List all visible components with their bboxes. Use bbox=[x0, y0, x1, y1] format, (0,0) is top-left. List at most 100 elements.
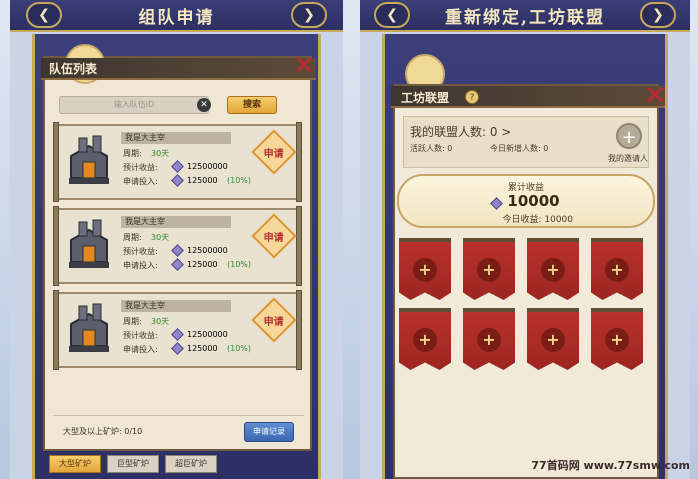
apply-label: 申请 bbox=[263, 316, 284, 328]
apply-button[interactable]: 申请 bbox=[251, 213, 297, 259]
member-slot[interactable]: + bbox=[399, 308, 451, 370]
add-icon: + bbox=[413, 258, 437, 282]
team-card: 我是大主宰 周期: 30天 预计收益: 12500000 申请投入: 12500… bbox=[53, 122, 302, 202]
close-icon[interactable]: ✕ bbox=[641, 82, 669, 110]
tab-giant-furnace[interactable]: 巨型矿炉 bbox=[107, 455, 159, 473]
title-strip: 工坊联盟 ? ✕ bbox=[391, 82, 666, 110]
earn-label: 预计收益: bbox=[123, 331, 158, 340]
invest-ratio: (10%) bbox=[227, 176, 252, 185]
crystal-icon bbox=[171, 174, 184, 187]
today-earn: 今日收益: 10000 bbox=[502, 215, 573, 225]
period-label: 周期: bbox=[123, 317, 142, 326]
crystal-icon bbox=[171, 328, 184, 341]
window-title: 工坊联盟 bbox=[401, 91, 450, 105]
forward-icon[interactable]: ❯ bbox=[291, 2, 327, 28]
team-apply-panel: ❮ 组队申请 ❯ 队伍列表 ✕ 输入队伍ID ✕ 搜索 我是大主宰 周期: 30… bbox=[10, 0, 343, 479]
earn-label: 预计收益: bbox=[123, 247, 158, 256]
crystal-icon bbox=[171, 342, 184, 355]
help-icon[interactable]: ? bbox=[465, 90, 479, 104]
team-card: 我是大主宰 周期: 30天 预计收益: 12500000 申请投入: 12500… bbox=[53, 206, 302, 286]
total-earn-value: 10000 bbox=[399, 192, 653, 210]
frame: 工坊联盟 ? ✕ 我的联盟人数: 0 > 活跃人数: 0 今日新增人数: 0 +… bbox=[382, 34, 668, 479]
search-input[interactable]: 输入队伍ID bbox=[59, 96, 209, 114]
crystal-icon bbox=[171, 258, 184, 271]
add-icon: + bbox=[477, 328, 501, 352]
team-name: 我是大主宰 bbox=[121, 132, 231, 144]
scroll-rod bbox=[296, 122, 302, 202]
search-row: 输入队伍ID ✕ 搜索 bbox=[59, 96, 296, 116]
member-slot[interactable]: + bbox=[463, 308, 515, 370]
member-slot[interactable]: + bbox=[463, 238, 515, 300]
scroll-rod bbox=[296, 290, 302, 370]
title-strip: 队伍列表 ✕ bbox=[41, 52, 316, 80]
add-icon: + bbox=[541, 328, 565, 352]
scroll-rod bbox=[53, 122, 59, 202]
earn-value: 12500000 bbox=[187, 162, 228, 171]
member-slot[interactable]: + bbox=[527, 238, 579, 300]
apply-button[interactable]: 申请 bbox=[251, 129, 297, 175]
scroll-rod bbox=[53, 290, 59, 370]
earn-value: 12500000 bbox=[187, 246, 228, 255]
invest-ratio: (10%) bbox=[227, 344, 252, 353]
invest-value: 125000 bbox=[187, 176, 218, 185]
invite-button[interactable]: + bbox=[616, 123, 642, 149]
add-icon: + bbox=[541, 258, 565, 282]
period-label: 周期: bbox=[123, 149, 142, 158]
team-name: 我是大主宰 bbox=[121, 216, 231, 228]
castle-icon bbox=[69, 135, 109, 184]
period-value: 30天 bbox=[151, 317, 170, 326]
watermark: 77首码网 www.77smw.com bbox=[531, 459, 690, 472]
period-value: 30天 bbox=[151, 233, 170, 242]
earnings-box: 累计收益 10000 今日收益: 10000 bbox=[397, 174, 655, 228]
invest-value: 125000 bbox=[187, 260, 218, 269]
member-slot[interactable]: + bbox=[591, 308, 643, 370]
total-earn-number: 10000 bbox=[507, 192, 560, 210]
search-button[interactable]: 搜索 bbox=[227, 96, 277, 114]
team-list-window: 队伍列表 ✕ 输入队伍ID ✕ 搜索 我是大主宰 周期: 30天 预计收益: 1… bbox=[41, 44, 316, 451]
apply-button[interactable]: 申请 bbox=[251, 297, 297, 343]
furnace-tabs: 大型矿炉 巨型矿炉 超巨矿炉 bbox=[49, 455, 308, 475]
footer-bar: 大型及以上矿炉: 0/10 申请记录 bbox=[53, 415, 304, 449]
alliance-window: 工坊联盟 ? ✕ 我的联盟人数: 0 > 活跃人数: 0 今日新增人数: 0 +… bbox=[391, 82, 666, 479]
castle-icon bbox=[69, 303, 109, 352]
scroll-rod bbox=[53, 206, 59, 286]
apply-label: 申请 bbox=[263, 148, 284, 160]
member-slot[interactable]: + bbox=[399, 238, 451, 300]
period-label: 周期: bbox=[123, 233, 142, 242]
forward-icon[interactable]: ❯ bbox=[640, 2, 676, 28]
tab-super-giant-furnace[interactable]: 超巨矿炉 bbox=[165, 455, 217, 473]
active-count: 活跃人数: 0 bbox=[410, 144, 453, 153]
header-bar: ❮ 重新绑定,工坊联盟 ❯ bbox=[360, 0, 690, 32]
crystal-icon bbox=[171, 160, 184, 173]
invest-label: 申请投入: bbox=[123, 177, 158, 186]
workshop-alliance-panel: ❮ 重新绑定,工坊联盟 ❯ 工坊联盟 ? ✕ 我的联盟人数: 0 > 活跃人数:… bbox=[360, 0, 690, 479]
scroll-rod bbox=[296, 206, 302, 286]
member-box: 我的联盟人数: 0 > 活跃人数: 0 今日新增人数: 0 + 我的邀请人 bbox=[403, 116, 649, 168]
add-icon: + bbox=[605, 328, 629, 352]
apply-record-button[interactable]: 申请记录 bbox=[244, 422, 294, 442]
member-slot[interactable]: + bbox=[591, 238, 643, 300]
invest-value: 125000 bbox=[187, 344, 218, 353]
add-icon: + bbox=[413, 328, 437, 352]
close-icon[interactable]: ✕ bbox=[290, 52, 318, 80]
add-icon: + bbox=[477, 258, 501, 282]
window-title: 队伍列表 bbox=[49, 62, 98, 76]
invest-ratio: (10%) bbox=[227, 260, 252, 269]
frame: 队伍列表 ✕ 输入队伍ID ✕ 搜索 我是大主宰 周期: 30天 预计收益: 1… bbox=[32, 34, 321, 479]
earn-label: 预计收益: bbox=[123, 163, 158, 172]
furnace-count: 大型及以上矿炉: 0/10 bbox=[63, 427, 143, 436]
today-new-count: 今日新增人数: 0 bbox=[490, 144, 549, 153]
earn-value: 12500000 bbox=[187, 330, 228, 339]
add-icon: + bbox=[605, 258, 629, 282]
apply-label: 申请 bbox=[263, 232, 284, 244]
invest-label: 申请投入: bbox=[123, 261, 158, 270]
tab-large-furnace[interactable]: 大型矿炉 bbox=[49, 455, 101, 473]
clear-icon[interactable]: ✕ bbox=[197, 98, 211, 112]
crystal-icon bbox=[171, 244, 184, 257]
invest-label: 申请投入: bbox=[123, 345, 158, 354]
castle-icon bbox=[69, 219, 109, 268]
member-slot[interactable]: + bbox=[527, 308, 579, 370]
member-count[interactable]: 我的联盟人数: 0 > bbox=[410, 123, 511, 140]
crystal-icon bbox=[490, 197, 504, 210]
header-bar: ❮ 组队申请 ❯ bbox=[10, 0, 343, 32]
